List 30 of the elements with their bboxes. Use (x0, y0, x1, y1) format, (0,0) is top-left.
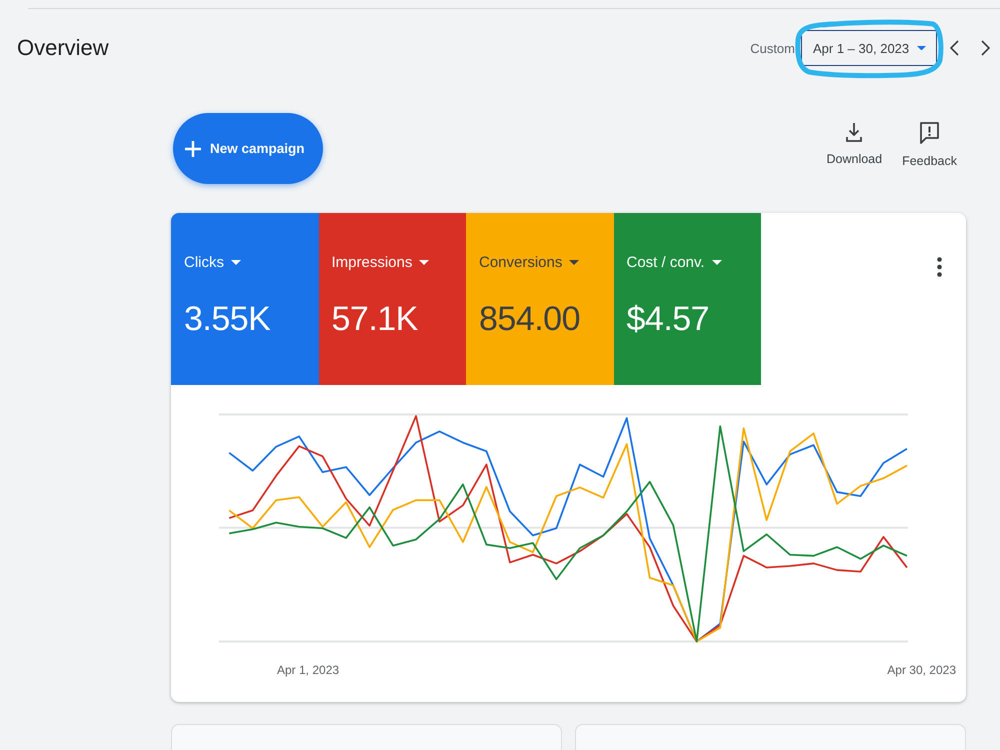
metric-value: 854.00 (479, 300, 580, 339)
more-options-button[interactable] (937, 257, 942, 277)
chevron-left-icon (950, 40, 959, 56)
next-button[interactable] (981, 40, 990, 56)
previous-button[interactable] (950, 40, 959, 56)
axis-label: Apr 30, 2023 (887, 663, 956, 677)
metric-value: $4.57 (626, 300, 710, 339)
kebab-menu-icon (937, 257, 942, 277)
feedback-icon (920, 122, 940, 144)
caret-down-icon (569, 260, 580, 265)
date-range-dropdown[interactable]: Apr 1 – 30, 2023 (801, 30, 937, 66)
metric-dropdown[interactable]: Cost / conv. (626, 254, 722, 271)
axis-label: Apr 1, 2023 (277, 663, 340, 677)
date-range-label: Custom (750, 40, 795, 56)
download-icon (846, 122, 862, 142)
new-campaign-button[interactable]: New campaign (173, 113, 323, 184)
metric-value: 57.1K (332, 300, 418, 339)
plus-icon (185, 140, 201, 156)
metric-dropdown[interactable]: Impressions (332, 254, 430, 271)
metric-dropdown[interactable]: Conversions (479, 254, 580, 271)
caret-down-icon (712, 260, 722, 265)
caret-down-icon (419, 260, 430, 265)
metric-dropdown[interactable]: Clicks (184, 254, 241, 271)
metric-value: 3.55K (184, 300, 270, 339)
feedback-button[interactable]: Feedback (902, 122, 957, 168)
caret-down-icon (917, 46, 926, 50)
chevron-right-icon (981, 40, 990, 56)
caret-down-icon (231, 260, 241, 265)
download-button[interactable]: Download (826, 122, 882, 168)
page-title: Overview (17, 35, 109, 61)
